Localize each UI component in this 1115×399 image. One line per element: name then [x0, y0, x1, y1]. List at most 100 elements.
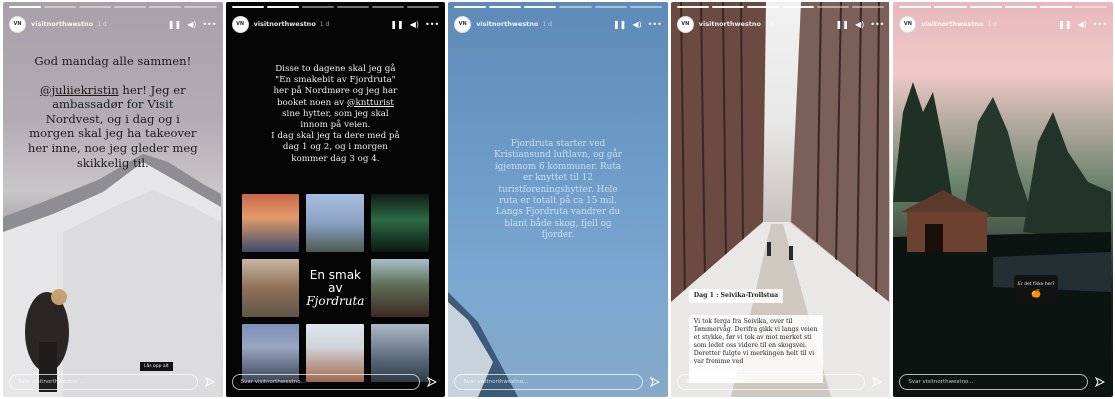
post-age: 1 d [764, 20, 775, 28]
location-tag[interactable]: Lås opp alt [140, 362, 173, 371]
username[interactable]: visitnorthwestno [476, 20, 538, 28]
text-line: her på Nordmøre og jeg har [273, 86, 398, 97]
text-line: morgen skal jeg ha takeover [29, 126, 197, 141]
text-line: ruta er totalt på ca 15 mil. [499, 196, 617, 207]
more-options-icon[interactable]: ••• [202, 20, 216, 29]
send-icon[interactable] [870, 375, 884, 389]
stories-strip: VN visitnorthwestno 1 d ❚❚ ◀) ••• God ma… [3, 2, 1113, 397]
progress-bar [454, 6, 662, 8]
more-options-icon[interactable]: ••• [425, 20, 439, 29]
text-line: dag 1 og 2, og i morgen [282, 142, 388, 153]
post-age: 1 d [97, 20, 107, 28]
sticker-question: Er det fiske her? [1018, 282, 1055, 287]
text-line: Disse to dagene skal jeg gå [275, 64, 396, 74]
username[interactable]: visitnorthwestno [699, 20, 761, 28]
reply-input[interactable]: Svar visitnorthwestno... [9, 374, 198, 390]
text-line: skikkelig til. [76, 155, 149, 170]
send-icon[interactable] [203, 375, 217, 389]
photo-tile [371, 194, 430, 252]
username[interactable]: visitnorthwestno [254, 20, 316, 28]
pause-icon[interactable]: ❚❚ [390, 20, 403, 29]
reply-input[interactable]: Svar visitnorthwestno... [231, 374, 421, 390]
day-title: Dag 1 : Seivika-Trollstua [688, 289, 784, 303]
text-line: sine hytter, som jeg skal [282, 108, 389, 119]
story-1[interactable]: VN visitnorthwestno 1 d ❚❚ ◀) ••• God ma… [3, 2, 223, 397]
send-icon[interactable] [425, 375, 439, 389]
send-icon[interactable] [648, 375, 662, 389]
volume-icon[interactable]: ◀) [855, 20, 864, 29]
text-line: fjorder. [541, 230, 575, 241]
volume-icon[interactable]: ◀) [410, 20, 419, 29]
more-options-icon[interactable]: ••• [648, 20, 662, 29]
photo-tile [241, 194, 300, 252]
text-line: Nordvest, og i dag og i [45, 111, 180, 126]
lake-cabin-scene [893, 82, 1112, 397]
volume-icon[interactable]: ◀) [1078, 20, 1087, 29]
story-5[interactable]: VN visitnorthwestno 1 d ❚❚ ◀) ••• Er det… [893, 2, 1113, 397]
story-4[interactable]: VN visitnorthwestno 1 d ❚❚ ◀) ••• Dag 1 … [670, 2, 891, 397]
pause-icon[interactable]: ❚❚ [613, 20, 626, 29]
sticker-emoji: 🍊 [1031, 289, 1042, 298]
mention-link[interactable]: @kntturist [347, 98, 394, 108]
story-header: VN visitnorthwestno 1 d ❚❚ ◀) ••• [676, 14, 884, 34]
story-text: God mandag alle sammen! @juliiekristin h… [3, 54, 223, 170]
username[interactable]: visitnorthwestno [921, 20, 983, 28]
text-line: ambassadør for Visit [52, 97, 174, 112]
progress-bar [676, 6, 885, 8]
text-line: God mandag alle sammen! [34, 54, 192, 68]
story-text: Fjordruta starter ved Kristiansund luftl… [448, 139, 668, 242]
username[interactable]: visitnorthwestno [31, 20, 93, 28]
pause-icon[interactable]: ❚❚ [168, 20, 181, 29]
story-header: VN visitnorthwestno 1 d ❚❚ ◀) ••• [899, 14, 1107, 34]
volume-icon[interactable]: ◀) [187, 20, 196, 29]
photo-tile [241, 259, 300, 317]
pause-icon[interactable]: ❚❚ [836, 20, 849, 29]
reply-input[interactable]: Svar visitnorthwestno... [454, 374, 643, 390]
post-age: 1 d [542, 20, 552, 28]
story-footer: Svar visitnorthwestno... [231, 373, 440, 391]
reply-input[interactable]: Svar visitnorthwestno... [676, 374, 866, 390]
story-footer: Svar visitnorthwestno... [9, 373, 217, 391]
story-footer: Svar visitnorthwestno... [676, 373, 885, 391]
more-options-icon[interactable]: ••• [1093, 20, 1107, 29]
tile-title: Fjordruta [306, 293, 365, 308]
story-header: VN visitnorthwestno 1 d ❚❚ ◀) ••• [9, 14, 217, 34]
text-line: er knyttet til 12 [523, 173, 593, 184]
text-line: Fjordruta starter ved [510, 139, 606, 149]
photo-grid: En smak av Fjordruta [241, 194, 430, 382]
pause-icon[interactable]: ❚❚ [1058, 20, 1071, 29]
tile-title: En smak [309, 267, 361, 282]
progress-bar [231, 6, 440, 8]
story-3[interactable]: VN visitnorthwestno 1 d ❚❚ ◀) ••• Fjordr… [448, 2, 668, 397]
story-footer: Svar visitnorthwestno... [899, 373, 1107, 391]
progress-bar [899, 6, 1107, 8]
avatar[interactable]: VN [9, 15, 26, 33]
text-line: kommer dag 3 og 4. [291, 153, 380, 164]
send-icon[interactable] [1093, 375, 1107, 389]
story-footer: Svar visitnorthwestno... [454, 373, 662, 391]
volume-icon[interactable]: ◀) [632, 20, 641, 29]
photo-tile [371, 259, 430, 317]
question-sticker[interactable]: Er det fiske her? 🍊 [1014, 275, 1059, 305]
text-line: "En smakebit av Fjordruta" [275, 75, 396, 86]
reply-input[interactable]: Svar visitnorthwestno... [899, 374, 1088, 390]
title-tile: En smak av Fjordruta [306, 259, 364, 317]
photo-tile [306, 194, 365, 252]
post-age: 1 d [987, 20, 998, 28]
story-2[interactable]: VN visitnorthwestno 1 d ❚❚ ◀) ••• Disse … [225, 2, 446, 397]
text-line: her inne, noe jeg gleder meg [27, 140, 198, 155]
avatar[interactable]: VN [454, 15, 472, 33]
text-line: I dag skal jeg ta dere med på [271, 131, 400, 142]
mention-link[interactable]: @juliiekristin [40, 83, 119, 97]
avatar[interactable]: VN [231, 15, 249, 33]
post-age: 1 d [319, 20, 330, 28]
more-options-icon[interactable]: ••• [870, 20, 884, 29]
text-line: turistforeningshytter. Hele [498, 184, 618, 195]
story-text: Disse to dagene skal jeg gå "En smakebit… [226, 64, 446, 165]
avatar[interactable]: VN [899, 15, 917, 33]
text-line: igjennom 6 kommuner. Ruta [494, 161, 622, 172]
text-line: Kristiansund luftlavn, og går [493, 150, 622, 161]
avatar[interactable]: VN [676, 15, 694, 33]
text-line: innom på veien. [300, 120, 371, 131]
text-line: blant både skog, fjell og [504, 218, 612, 229]
